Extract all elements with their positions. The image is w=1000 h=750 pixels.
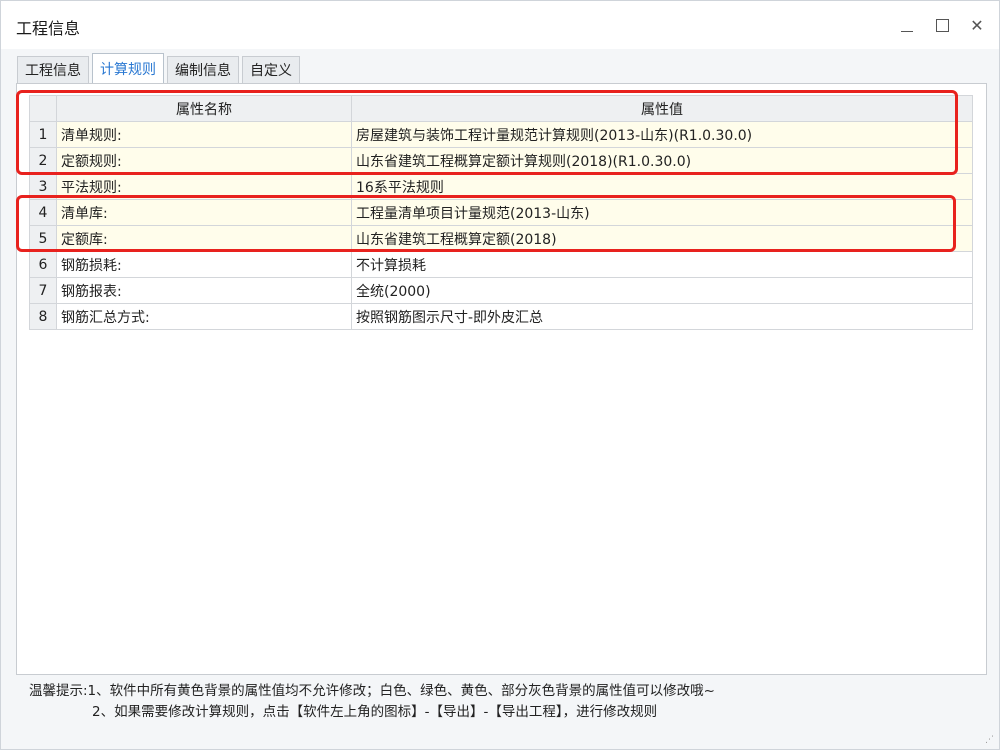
row-number: 5 [29,225,57,252]
table-row[interactable]: 1 清单规则: 房屋建筑与装饰工程计量规范计算规则(2013-山东)(R1.0.… [29,121,973,148]
row-number: 4 [29,199,57,226]
tips-footer: 温馨提示:1、软件中所有黄色背景的属性值均不允许修改；白色、绿色、黄色、部分灰色… [29,681,715,723]
property-value[interactable]: 山东省建筑工程概算定额计算规则(2018)(R1.0.30.0) [351,147,973,174]
tab-calc-rules[interactable]: 计算规则 [92,53,164,83]
tab-custom[interactable]: 自定义 [242,56,300,83]
header-property-name: 属性名称 [56,95,352,122]
property-name: 定额库: [56,225,352,252]
maximize-button[interactable] [926,11,958,39]
row-number: 6 [29,251,57,278]
tab-compile-info[interactable]: 编制信息 [167,56,239,83]
property-name: 清单规则: [56,121,352,148]
property-value[interactable]: 工程量清单项目计量规范(2013-山东) [351,199,973,226]
table-row[interactable]: 3 平法规则: 16系平法规则 [29,173,973,200]
dialog-title: 工程信息 [16,19,81,38]
minimize-icon [901,30,913,32]
tab-project-info[interactable]: 工程信息 [17,56,89,83]
tip-line-1: 温馨提示:1、软件中所有黄色背景的属性值均不允许修改；白色、绿色、黄色、部分灰色… [29,683,715,699]
close-icon: ✕ [970,15,984,35]
row-number: 8 [29,303,57,330]
tip-line-2: 2、如果需要修改计算规则，点击【软件左上角的图标】-【导出】-【导出工程】，进行… [92,704,658,720]
table-header-row: 属性名称 属性值 [29,95,973,122]
maximize-icon [935,18,949,32]
property-table: 属性名称 属性值 1 清单规则: 房屋建筑与装饰工程计量规范计算规则(2013-… [29,95,973,330]
property-value[interactable]: 全统(2000) [351,277,973,304]
table-row[interactable]: 6 钢筋损耗: 不计算损耗 [29,251,973,278]
property-value[interactable]: 按照钢筋图示尺寸-即外皮汇总 [351,303,973,330]
resize-grip-icon[interactable]: ⋰ [985,735,995,745]
header-property-value: 属性值 [351,95,973,122]
tab-panel: 属性名称 属性值 1 清单规则: 房屋建筑与装饰工程计量规范计算规则(2013-… [16,83,987,675]
property-name: 钢筋报表: [56,277,352,304]
property-name: 平法规则: [56,173,352,200]
row-number: 3 [29,173,57,200]
table-row[interactable]: 2 定额规则: 山东省建筑工程概算定额计算规则(2018)(R1.0.30.0) [29,147,973,174]
row-number: 7 [29,277,57,304]
table-row[interactable]: 4 清单库: 工程量清单项目计量规范(2013-山东) [29,199,973,226]
row-number: 2 [29,147,57,174]
property-name: 钢筋损耗: [56,251,352,278]
property-name: 清单库: [56,199,352,226]
row-number: 1 [29,121,57,148]
property-name: 钢筋汇总方式: [56,303,352,330]
tab-bar: 工程信息 计算规则 编制信息 自定义 [17,53,303,83]
table-row[interactable]: 7 钢筋报表: 全统(2000) [29,277,973,304]
property-value[interactable]: 房屋建筑与装饰工程计量规范计算规则(2013-山东)(R1.0.30.0) [351,121,973,148]
project-info-dialog: 工程信息 ✕ 工程信息 计算规则 编制信息 自定义 属性名称 属性值 1 清单规… [0,0,1000,750]
title-bar[interactable]: 工程信息 ✕ [1,1,999,49]
property-value[interactable]: 山东省建筑工程概算定额(2018) [351,225,973,252]
table-row[interactable]: 8 钢筋汇总方式: 按照钢筋图示尺寸-即外皮汇总 [29,303,973,330]
table-row[interactable]: 5 定额库: 山东省建筑工程概算定额(2018) [29,225,973,252]
close-button[interactable]: ✕ [961,11,993,39]
minimize-button[interactable] [891,11,923,39]
corner-cell [29,95,57,122]
property-value[interactable]: 16系平法规则 [351,173,973,200]
property-name: 定额规则: [56,147,352,174]
property-value[interactable]: 不计算损耗 [351,251,973,278]
